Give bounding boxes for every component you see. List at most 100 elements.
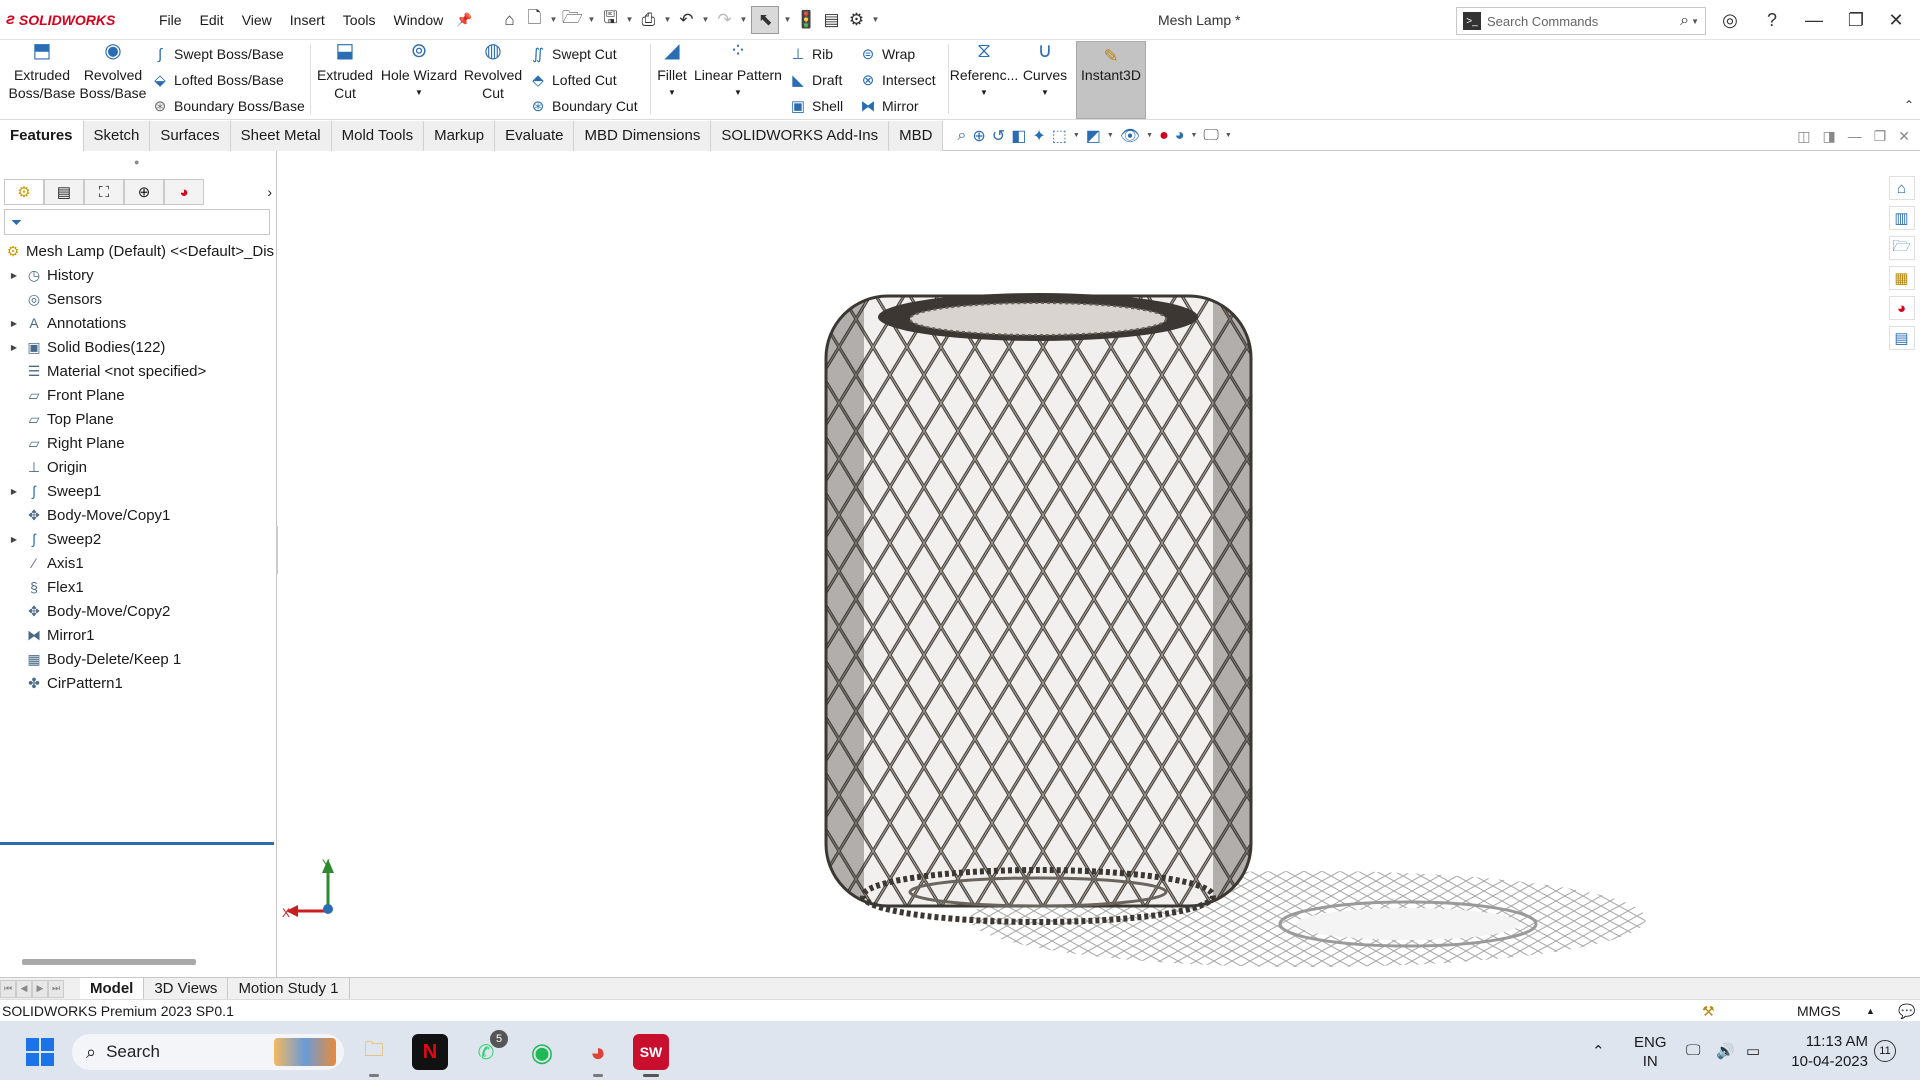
solidworks-resources-icon[interactable]: ⌂: [1888, 176, 1915, 200]
extruded-boss-button[interactable]: ⬒ Extruded Boss/Base: [8, 41, 76, 102]
revolved-cut-button[interactable]: ◍ Revolved Cut: [462, 41, 524, 102]
tree-root-part[interactable]: ⚙ Mesh Lamp (Default) <<Default>_Dis: [0, 239, 276, 263]
tree-filter-input[interactable]: ⏷: [4, 209, 270, 235]
tree-item[interactable]: ⁄ Axis1: [0, 551, 276, 575]
draft-button[interactable]: ◣ Draft: [788, 68, 842, 92]
view-orientation-dropdown-icon[interactable]: ▼: [1073, 132, 1080, 139]
lofted-boss-button[interactable]: ⬙ Lofted Boss/Base: [150, 68, 284, 92]
tab-evaluate[interactable]: Evaluate: [495, 120, 575, 151]
expand-chevron-icon[interactable]: ▶: [8, 271, 20, 280]
feature-tree-tab-icon[interactable]: ⚙: [4, 179, 44, 205]
view-settings-icon[interactable]: 🖵: [1203, 127, 1218, 145]
undo-icon[interactable]: ↶: [675, 9, 697, 31]
tree-item[interactable]: ▱ Right Plane: [0, 431, 276, 455]
notification-center-icon[interactable]: 11: [1874, 1040, 1896, 1062]
open-dropdown-icon[interactable]: ▼: [586, 15, 596, 24]
edit-appearance-icon[interactable]: ●: [1159, 127, 1169, 145]
reference-geometry-button[interactable]: ⧖ Referenc... ▼: [950, 41, 1018, 102]
tab-markup[interactable]: Markup: [424, 120, 496, 151]
display-style-dropdown-icon[interactable]: ▼: [1107, 132, 1114, 139]
spotify-app-icon[interactable]: ◉: [524, 1034, 560, 1070]
tree-item[interactable]: ▱ Front Plane: [0, 383, 276, 407]
help-icon[interactable]: ?: [1752, 0, 1792, 40]
file-properties-icon[interactable]: ▤: [820, 9, 842, 31]
display-style-icon[interactable]: ◩: [1086, 126, 1101, 146]
expand-chevron-icon[interactable]: ▶: [8, 487, 20, 496]
tree-item[interactable]: ▶ ∫ Sweep1: [0, 479, 276, 503]
tree-item[interactable]: ▦ Body-Delete/Keep 1: [0, 647, 276, 671]
solidworks-app-icon[interactable]: SW: [633, 1034, 669, 1077]
intersect-button[interactable]: ⊗ Intersect: [858, 68, 936, 92]
mesh-lamp-model[interactable]: [824, 293, 1253, 925]
rebuild-icon[interactable]: 🚦: [795, 9, 817, 31]
select-dropdown-icon[interactable]: ▼: [782, 15, 792, 24]
tab-sketch[interactable]: Sketch: [83, 120, 151, 151]
print-icon[interactable]: ⎙: [637, 9, 659, 31]
redo-icon[interactable]: ↷: [713, 9, 735, 31]
boundary-boss-button[interactable]: ⊛ Boundary Boss/Base: [150, 94, 305, 118]
network-icon[interactable]: 🖵: [1686, 1021, 1700, 1080]
tree-item[interactable]: ▶ ∫ Sweep2: [0, 527, 276, 551]
tree-item[interactable]: ✥ Body-Move/Copy2: [0, 599, 276, 623]
hide-show-dropdown-icon[interactable]: ▼: [1146, 132, 1153, 139]
new-document-icon[interactable]: 🗋: [523, 8, 545, 31]
menu-insert[interactable]: Insert: [281, 0, 334, 40]
home-icon[interactable]: ⌂: [498, 9, 520, 31]
collapse-ribbon-icon[interactable]: ⌃: [1904, 98, 1914, 112]
user-account-icon[interactable]: ◎: [1710, 0, 1750, 40]
new-dropdown-icon[interactable]: ▼: [548, 15, 558, 24]
revolved-boss-button[interactable]: ◉ Revolved Boss/Base: [80, 41, 147, 102]
doc-minimize-icon[interactable]: —: [1848, 121, 1862, 151]
redo-dropdown-icon[interactable]: ▼: [738, 15, 748, 24]
units-selector[interactable]: MMGS: [1797, 1000, 1841, 1022]
hide-show-items-icon[interactable]: 👁: [1120, 126, 1140, 146]
solidworks-logo[interactable]: ƨ SOLIDWORKS: [6, 11, 146, 29]
configuration-manager-tab-icon[interactable]: ⛶: [84, 179, 124, 205]
tab-mbd[interactable]: MBD: [889, 120, 944, 151]
design-library-icon[interactable]: ▥: [1888, 206, 1915, 230]
zoom-to-fit-icon[interactable]: ⌕: [957, 127, 966, 145]
swept-boss-button[interactable]: ∫ Swept Boss/Base: [150, 42, 284, 66]
restore-icon[interactable]: ❐: [1836, 0, 1876, 40]
tab-mbd-dimensions[interactable]: MBD Dimensions: [574, 120, 712, 151]
lofted-cut-button[interactable]: ⬘ Lofted Cut: [528, 68, 616, 92]
property-manager-tab-icon[interactable]: ▤: [44, 179, 84, 205]
search-input[interactable]: Search Commands: [1487, 14, 1680, 29]
boundary-cut-button[interactable]: ⊛ Boundary Cut: [528, 94, 638, 118]
open-icon[interactable]: 🗁: [561, 8, 583, 31]
tab-model[interactable]: Model: [80, 977, 145, 1000]
more-tabs-chevron-icon[interactable]: ›: [267, 184, 272, 200]
menu-tools[interactable]: Tools: [334, 0, 385, 40]
appearances-icon[interactable]: ◕: [1888, 296, 1915, 320]
pin-menu-icon[interactable]: 📌: [456, 12, 472, 28]
graphics-area[interactable]: Y X: [278, 151, 1883, 977]
search-icon[interactable]: ⌕: [1680, 12, 1689, 30]
menu-file[interactable]: File: [150, 0, 191, 40]
tree-item[interactable]: ▶ A Annotations: [0, 311, 276, 335]
tab-features[interactable]: Features: [0, 120, 84, 151]
doc-tile-left-icon[interactable]: ◫: [1797, 121, 1810, 151]
save-icon[interactable]: 🖫: [599, 8, 621, 31]
doc-close-icon[interactable]: ✕: [1898, 121, 1910, 151]
tab-solidworks-addins[interactable]: SOLIDWORKS Add-Ins: [711, 120, 890, 151]
display-manager-tab-icon[interactable]: ◕: [164, 179, 204, 205]
doc-restore-icon[interactable]: ❐: [1874, 121, 1887, 151]
dynamic-annotation-icon[interactable]: ✦: [1032, 126, 1045, 146]
tab-mold-tools[interactable]: Mold Tools: [331, 120, 425, 151]
whatsapp-app-icon[interactable]: ✆ 5: [468, 1030, 508, 1070]
netflix-app-icon[interactable]: N: [412, 1034, 448, 1070]
hole-wizard-dropdown-icon[interactable]: ▼: [415, 84, 423, 102]
file-explorer-app-icon[interactable]: 🗀: [356, 1034, 392, 1077]
apply-scene-icon[interactable]: ◕: [1175, 127, 1185, 145]
last-tab-icon[interactable]: ⏭: [48, 979, 64, 998]
rollback-bar[interactable]: [0, 842, 274, 845]
rib-button[interactable]: ⊥ Rib: [788, 42, 833, 66]
view-settings-dropdown-icon[interactable]: ▼: [1225, 132, 1232, 139]
tree-item[interactable]: ✤ CirPattern1: [0, 671, 276, 695]
hole-wizard-button[interactable]: ⊚ Hole Wizard ▼: [380, 41, 458, 102]
search-dropdown-icon[interactable]: ▼: [1691, 17, 1699, 26]
expand-chevron-icon[interactable]: ▶: [8, 535, 20, 544]
tree-item[interactable]: § Flex1: [0, 575, 276, 599]
clock[interactable]: 11:13 AM 10-04-2023: [1784, 1032, 1868, 1072]
instant3d-button[interactable]: ✎ Instant3D: [1076, 41, 1146, 119]
